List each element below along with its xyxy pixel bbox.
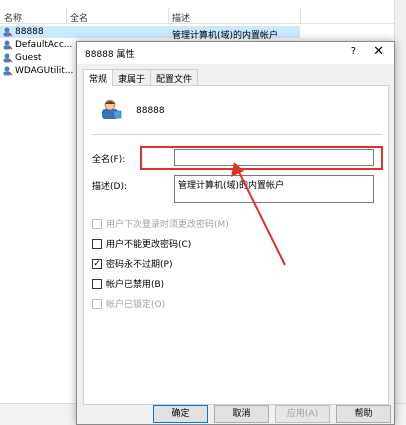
column-divider (168, 8, 169, 24)
checkbox[interactable] (92, 218, 102, 229)
user-name: WDAGUtilit... (15, 66, 74, 76)
checkbox-account-disabled[interactable]: 帐户已禁用(B) (92, 277, 164, 290)
user-icon (2, 66, 13, 76)
tab-general[interactable]: 常规 (83, 69, 114, 86)
help-button[interactable]: 帮助 (336, 405, 391, 423)
apply-button[interactable]: 应用(A) (275, 405, 330, 423)
user-icon (2, 27, 13, 37)
checkbox-password-never-expires[interactable]: ✓ 密码永不过期(P) (92, 257, 172, 270)
tab-member-of[interactable]: 隶属于 (112, 69, 152, 85)
help-icon[interactable]: ? (351, 46, 356, 57)
checkbox-label: 帐户已锁定(O) (106, 300, 166, 310)
checkbox[interactable] (92, 238, 102, 249)
user-name: Guest (15, 53, 42, 63)
checkbox-must-change-password[interactable]: 用户下次登录时须更改密码(M) (92, 217, 229, 230)
checkbox-account-locked[interactable]: 帐户已锁定(O) (92, 297, 165, 310)
column-fullname[interactable]: 全名 (70, 11, 88, 24)
list-item[interactable]: Guest (2, 52, 41, 64)
description-field[interactable]: 管理计算机(域)的内置帐户 (174, 175, 374, 203)
ok-button[interactable]: 确定 (153, 405, 208, 423)
column-divider (66, 8, 67, 24)
user-icon (2, 53, 13, 63)
user-name: 88888 (15, 27, 44, 37)
checkbox-cannot-change-password[interactable]: 用户不能更改密码(C) (92, 237, 191, 250)
checkbox[interactable] (92, 278, 102, 289)
column-description[interactable]: 描述 (172, 11, 190, 24)
vertical-scrollbar[interactable] (394, 0, 406, 425)
checkbox-label: 用户不能更改密码(C) (106, 240, 192, 250)
column-divider (300, 8, 301, 24)
dialog-titlebar[interactable]: 88888 属性 ? ✕ (77, 42, 394, 64)
general-panel: 88888 全名(F): 描述(D): 管理计算机(域)的内置帐户 用户下次登录… (83, 85, 389, 405)
list-item[interactable]: DefaultAcc... (2, 39, 72, 51)
divider (92, 134, 382, 135)
description-label: 描述(D): (92, 182, 127, 192)
user-description: 管理计算机(域)的内置帐户 (172, 31, 279, 41)
checkbox-label: 密码永不过期(P) (106, 260, 173, 270)
tab-strip: 常规 隶属于 配置文件 (83, 69, 199, 86)
list-item[interactable]: WDAGUtilit... (2, 65, 73, 77)
annotation-highlight-box (140, 146, 383, 170)
checkbox-label: 用户下次登录时须更改密码(M) (106, 220, 229, 230)
close-icon[interactable]: ✕ (373, 44, 384, 59)
checkbox-label: 帐户已禁用(B) (106, 280, 165, 290)
user-name: DefaultAcc... (15, 40, 73, 50)
checkbox[interactable] (92, 298, 102, 309)
dialog-title: 88888 属性 (85, 50, 135, 60)
fullname-label: 全名(F): (92, 155, 126, 165)
properties-dialog: 88888 属性 ? ✕ 常规 隶属于 配置文件 88888 全名(F): 描述… (76, 41, 395, 425)
user-name-display: 88888 (136, 106, 165, 116)
list-header: 名称 全名 描述 (0, 8, 406, 24)
checkbox-checked[interactable]: ✓ (92, 258, 102, 269)
user-avatar-icon (98, 97, 122, 121)
column-name[interactable]: 名称 (4, 11, 22, 24)
cancel-button[interactable]: 取消 (214, 405, 269, 423)
tab-profile[interactable]: 配置文件 (150, 69, 199, 85)
user-icon (2, 40, 13, 50)
